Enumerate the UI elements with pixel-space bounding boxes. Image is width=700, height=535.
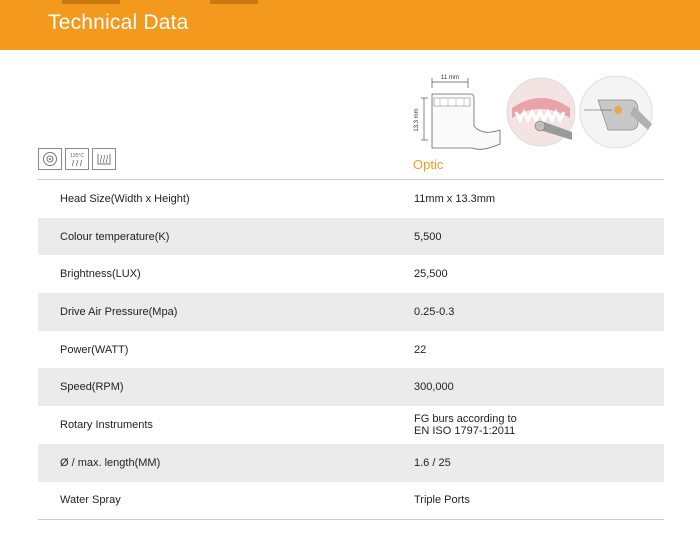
spec-value-line-1: FG burs according to (414, 412, 517, 425)
spec-value: 0.25-0.3 (414, 305, 455, 318)
header-tab-decoration (62, 0, 120, 4)
spec-value: 5,500 (414, 230, 442, 243)
spec-row: Power(WATT) 22 (38, 331, 664, 369)
spec-row: Rotary Instruments FG burs according to … (38, 406, 664, 444)
spec-label: Ø / max. length(MM) (60, 456, 161, 469)
spec-value: FG burs according to EN ISO 1797-1:2011 (394, 413, 664, 437)
spec-value: Triple Ports (414, 494, 470, 507)
dimension-height-label: 13.3 mm (414, 108, 420, 131)
header-tab-decoration (210, 0, 258, 4)
spec-value: 11mm x 13.3mm (414, 192, 496, 205)
dimension-width-label: 11 mm (441, 75, 459, 81)
header-bar: Technical Data (0, 0, 700, 50)
sterilize-temp-label: 135°C (70, 153, 84, 159)
spec-label: Water Spray (60, 494, 121, 507)
spec-value: 300,000 (414, 381, 454, 394)
page-title: Technical Data (48, 11, 189, 34)
icon-badges: 135°C (38, 148, 116, 170)
spec-row: Drive Air Pressure(Mpa) 0.25-0.3 (38, 293, 664, 331)
steam-icon (92, 148, 116, 170)
spec-row: Water Spray Triple Ports (38, 482, 664, 520)
spec-table: Head Size(Width x Height) 11mm x 13.3mm … (38, 179, 664, 521)
spec-value: 22 (414, 343, 427, 356)
sterilize-135-icon: 135°C (65, 148, 89, 170)
handpiece-diagram: 11 mm 13.3 mm (414, 75, 653, 150)
spec-label: Colour temperature(K) (60, 230, 170, 243)
spec-label: Head Size(Width x Height) (60, 192, 190, 205)
spec-label: Speed(RPM) (60, 381, 124, 394)
thermo-disinfector-icon (38, 148, 62, 170)
spec-label: Power(WATT) (60, 343, 129, 356)
spec-label: Rotary Instruments (60, 418, 153, 431)
spec-label: Brightness(LUX) (60, 268, 141, 281)
variant-label: Optic (413, 157, 444, 172)
spec-label: Drive Air Pressure(Mpa) (60, 305, 178, 318)
spec-value: 1.6 / 25 (414, 456, 451, 469)
spec-row: Brightness(LUX) 25,500 (38, 255, 664, 293)
spec-value-line-2: EN ISO 1797-1:2011 (414, 424, 516, 437)
spec-value: 25,500 (414, 268, 448, 281)
spec-row: Ø / max. length(MM) 1.6 / 25 (38, 443, 664, 482)
spec-row: Colour temperature(K) 5,500 (38, 217, 664, 256)
spec-row: Speed(RPM) 300,000 (38, 368, 664, 407)
spec-row: Head Size(Width x Height) 11mm x 13.3mm (38, 180, 664, 218)
